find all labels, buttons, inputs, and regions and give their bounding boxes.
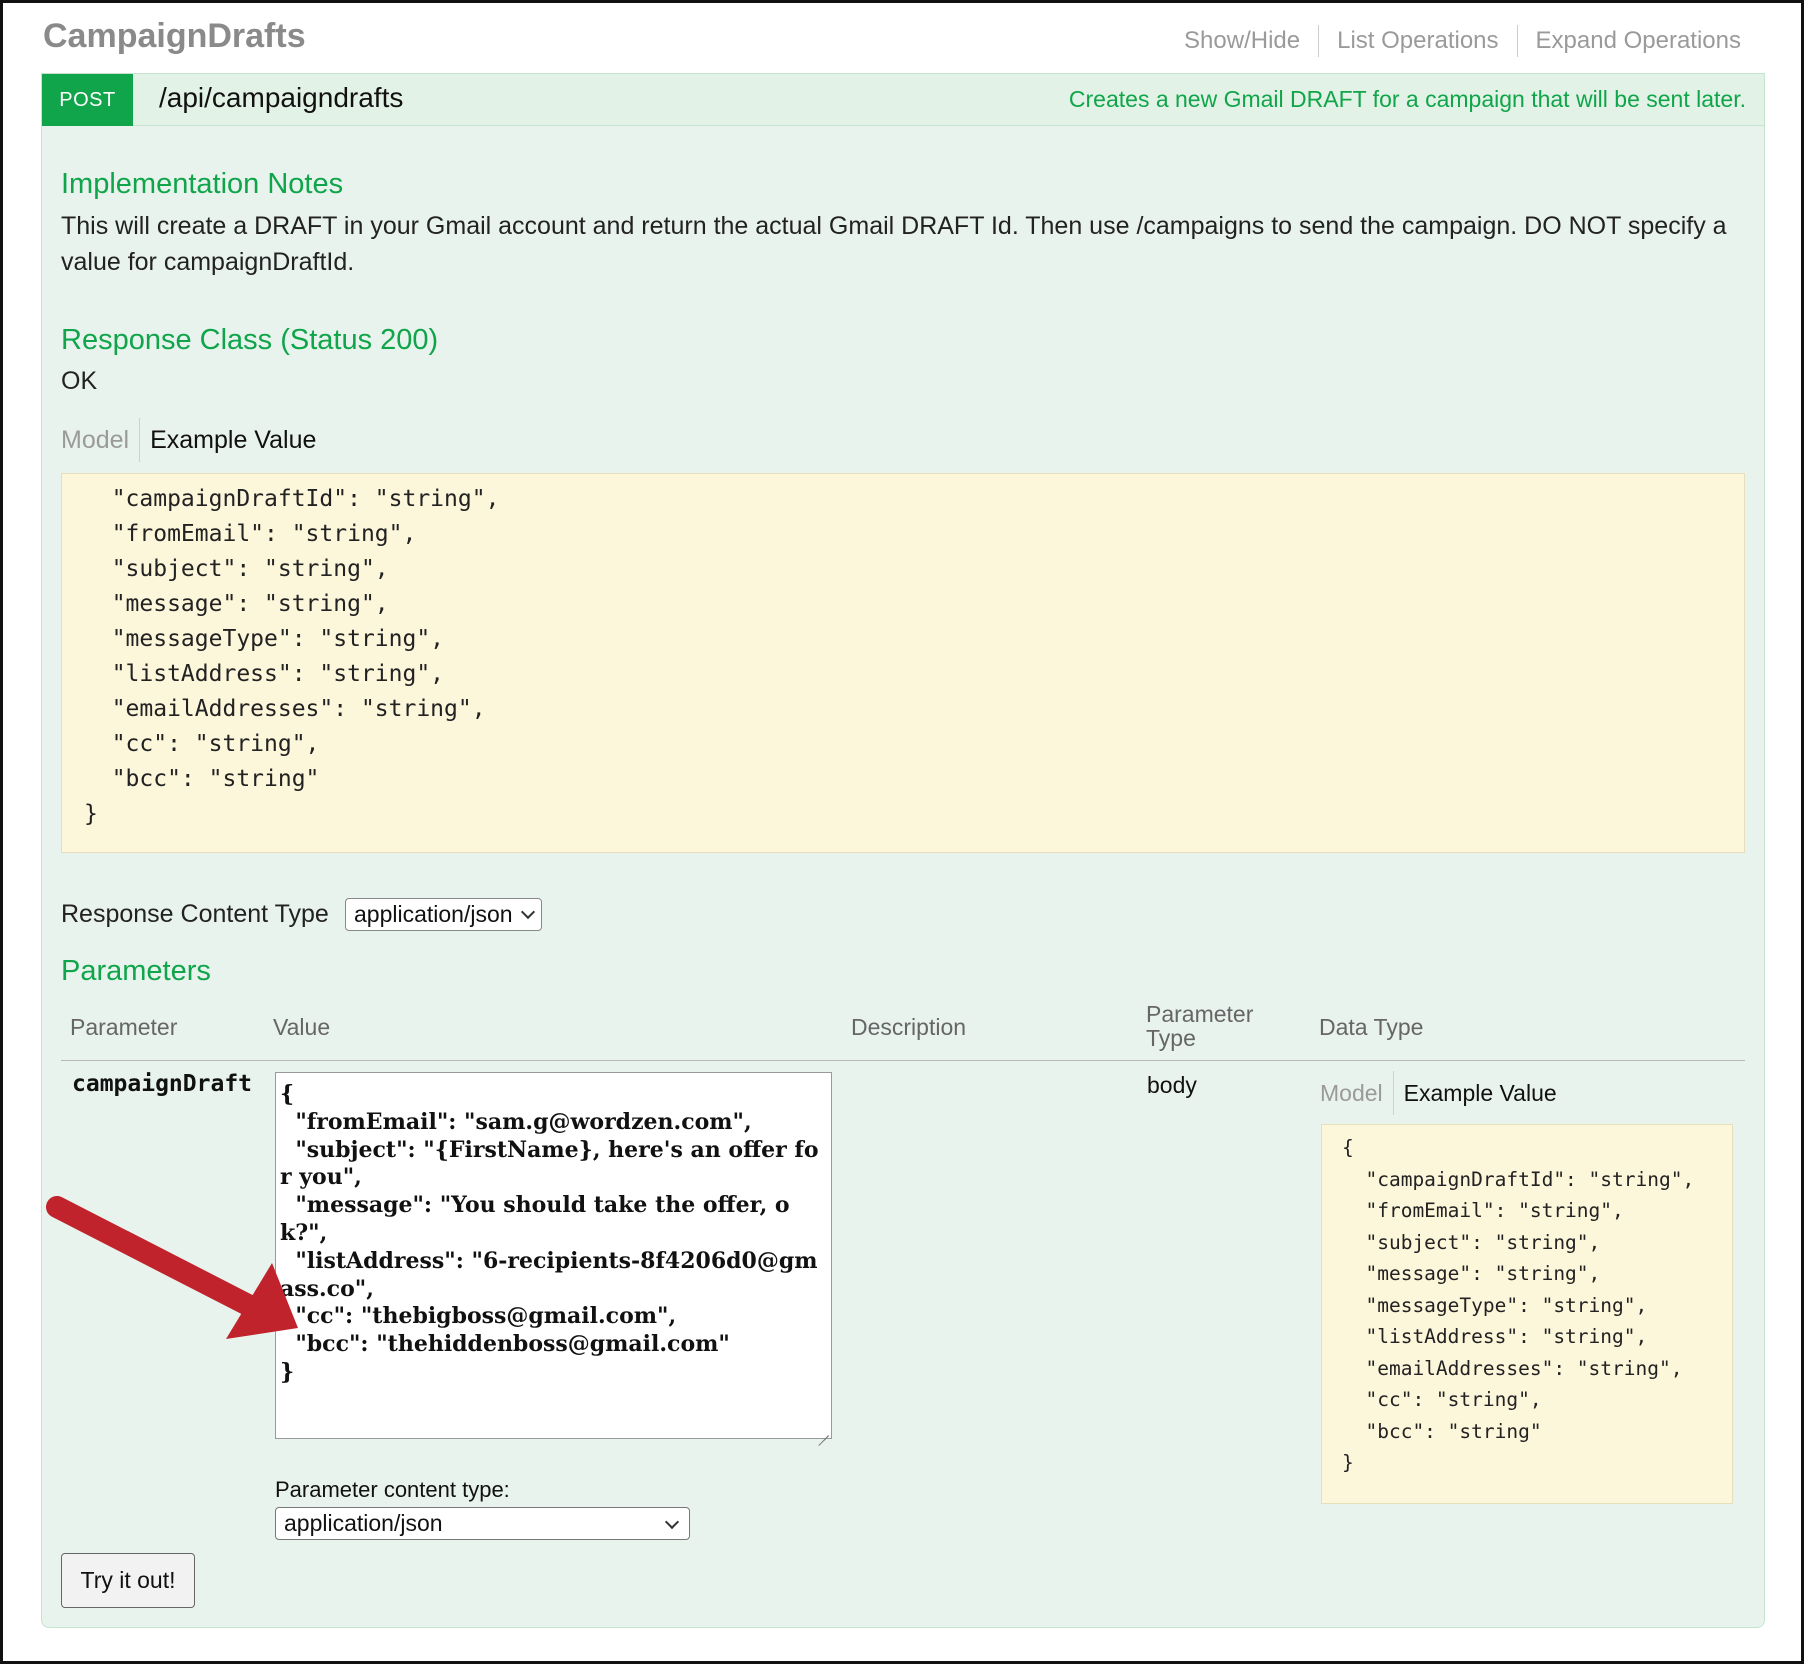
resource-links: Show/Hide List Operations Expand Operati… [1166, 25, 1741, 57]
table-header-divider [61, 1060, 1745, 1061]
parameter-value-textarea[interactable]: { "fromEmail": "sam.g@wordzen.com", "sub… [275, 1072, 832, 1439]
response-example-code: "campaignDraftId": "string", "fromEmail"… [84, 486, 500, 827]
resize-grip-icon[interactable] [817, 1424, 829, 1436]
parameter-value-text: { "fromEmail": "sam.g@wordzen.com", "sub… [280, 1081, 819, 1385]
resource-title[interactable]: CampaignDrafts [43, 17, 306, 56]
response-model-tab[interactable]: Model [61, 418, 141, 462]
implementation-notes-text: This will create a DRAFT in your Gmail a… [61, 212, 1727, 276]
red-arrow-annotation [46, 1196, 298, 1339]
datatype-example-code: { "campaignDraftId": "string", "fromEmai… [1342, 1136, 1695, 1474]
list-operations-link[interactable]: List Operations [1319, 25, 1518, 57]
show-hide-link[interactable]: Show/Hide [1166, 25, 1320, 57]
implementation-notes-heading: Implementation Notes [61, 168, 344, 200]
expand-operations-link[interactable]: Expand Operations [1518, 25, 1741, 57]
response-content-type-select[interactable]: application/json [345, 898, 542, 931]
operation-summary[interactable]: Creates a new Gmail DRAFT for a campaign… [1069, 86, 1746, 113]
parameter-content-type-label: Parameter content type: [275, 1477, 510, 1502]
parameter-name: campaignDraft [72, 1071, 253, 1097]
response-status-text: OK [61, 367, 98, 395]
http-method-badge[interactable]: POST [42, 74, 133, 126]
column-header-parameter-type: Parameter Type [1146, 1001, 1254, 1051]
datatype-example-tab[interactable]: Example Value [1394, 1071, 1557, 1115]
operation-header[interactable]: POST /api/campaigndrafts Creates a new G… [42, 74, 1764, 126]
response-example-tab[interactable]: Example Value [140, 418, 316, 462]
column-header-value: Value [273, 1014, 331, 1040]
column-header-parameter: Parameter [70, 1014, 178, 1040]
chevron-down-icon [664, 1514, 680, 1530]
response-model-tabs: Model Example Value [61, 418, 316, 462]
chevron-down-icon [520, 904, 535, 919]
page-frame: CampaignDrafts Show/Hide List Operations… [0, 0, 1804, 1664]
try-it-out-button[interactable]: Try it out! [61, 1553, 195, 1608]
parameter-content-type-value: application/json [284, 1510, 443, 1536]
response-content-type-label: Response Content Type [61, 900, 329, 928]
parameters-heading: Parameters [61, 955, 211, 987]
datatype-model-tab[interactable]: Model [1320, 1071, 1394, 1115]
parameter-content-type-select[interactable]: application/json [275, 1507, 690, 1540]
operation-path[interactable]: /api/campaigndrafts [159, 82, 403, 114]
response-example-box: "campaignDraftId": "string", "fromEmail"… [61, 473, 1745, 853]
response-class-heading: Response Class (Status 200) [61, 324, 439, 356]
datatype-model-tabs: Model Example Value [1320, 1071, 1557, 1115]
datatype-example-box[interactable]: { "campaignDraftId": "string", "fromEmai… [1321, 1124, 1733, 1504]
column-header-data-type: Data Type [1319, 1014, 1424, 1040]
column-header-description: Description [851, 1014, 967, 1040]
response-content-type-value: application/json [354, 901, 513, 927]
parameter-type-value: body [1147, 1072, 1197, 1098]
